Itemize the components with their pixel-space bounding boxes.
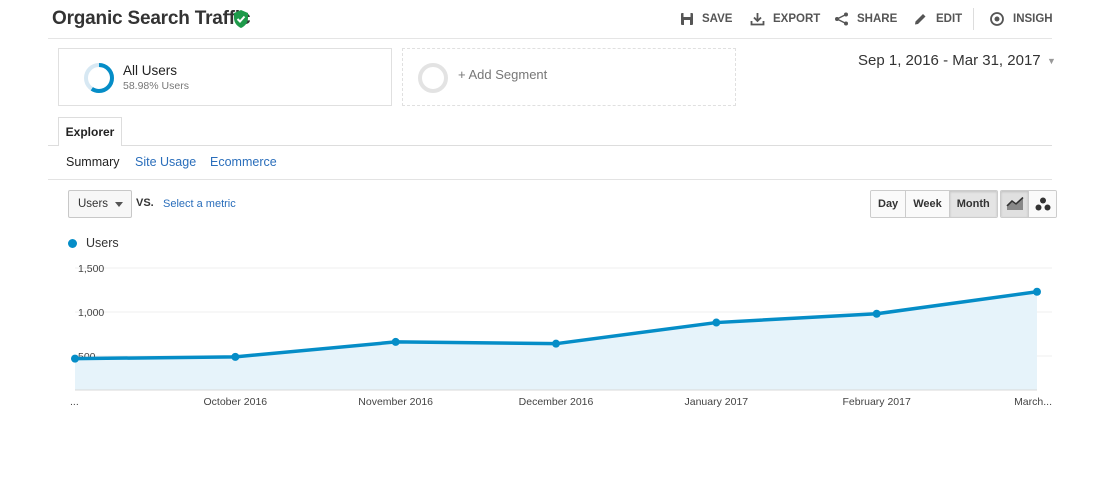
export-label: EXPORT: [773, 13, 821, 25]
insights-label: INSIGHTS: [1013, 13, 1052, 25]
header-divider: [48, 38, 1052, 39]
empty-segment-ring-icon: [418, 63, 448, 93]
segment-all-users[interactable]: All Users 58.98% Users: [58, 48, 392, 106]
subtab-ecommerce[interactable]: Ecommerce: [210, 155, 277, 169]
edit-label: EDIT: [936, 13, 963, 25]
legend-label: Users: [86, 236, 119, 250]
save-label: SAVE: [702, 13, 733, 25]
y-tick-label: 1,500: [78, 263, 104, 275]
page-title: Organic Search Traffic: [52, 8, 251, 29]
period-month-button[interactable]: Month: [949, 191, 997, 217]
insights-icon: [990, 12, 1004, 26]
legend-marker: [68, 239, 77, 248]
line-chart-icon: [1005, 197, 1024, 210]
date-range-picker[interactable]: Sep 1, 2016 - Mar 31, 2017: [858, 52, 1041, 69]
x-tick-label: December 2016: [519, 396, 594, 408]
data-point: [391, 337, 400, 346]
data-point: [872, 309, 881, 318]
save-icon: [681, 13, 693, 25]
x-tick-label: October 2016: [204, 396, 268, 408]
period-day-button[interactable]: Day: [871, 191, 907, 217]
period-toggle: Day Week Month: [870, 190, 998, 218]
edit-icon: [915, 14, 926, 25]
data-point: [71, 354, 79, 363]
add-segment-button[interactable]: + Add Segment: [402, 48, 736, 106]
segment-percentage: 58.98% Users: [123, 80, 189, 92]
subtab-divider: [48, 179, 1052, 180]
edit-button[interactable]: EDIT: [913, 10, 962, 28]
add-segment-label: + Add Segment: [458, 67, 548, 82]
x-tick-label: ...: [70, 396, 79, 408]
subtab-summary[interactable]: Summary: [66, 155, 119, 169]
export-icon: [750, 13, 765, 26]
share-button[interactable]: SHARE: [834, 10, 897, 28]
x-tick-label: November 2016: [358, 396, 433, 408]
data-point: [712, 318, 721, 327]
tab-explorer[interactable]: Explorer: [58, 117, 122, 146]
tab-divider: [48, 145, 1052, 146]
subtab-site-usage[interactable]: Site Usage: [135, 155, 196, 169]
data-point: [231, 352, 240, 361]
data-point: [552, 339, 560, 348]
x-tick-label: January 2017: [685, 396, 749, 408]
motion-chart-icon: [1035, 197, 1050, 211]
y-tick-label: 1,000: [78, 307, 104, 319]
save-button[interactable]: SAVE: [680, 10, 732, 28]
motion-chart-button[interactable]: [1029, 191, 1056, 217]
vs-label: VS.: [136, 197, 154, 209]
metric-selected: Users: [78, 198, 109, 210]
chevron-down-icon[interactable]: ▼: [1047, 56, 1056, 66]
period-week-button[interactable]: Week: [906, 191, 950, 217]
x-tick-label: March...: [1014, 396, 1052, 408]
insights-button[interactable]: INSIGHTS: [989, 10, 1052, 28]
chart-type-toggle: [1000, 190, 1057, 218]
share-label: SHARE: [857, 13, 898, 25]
share-icon: [835, 12, 848, 26]
verified-shield-icon: [234, 10, 248, 28]
export-button[interactable]: EXPORT: [750, 10, 820, 28]
line-chart-button[interactable]: [1001, 191, 1029, 217]
toolbar-divider: [973, 8, 974, 30]
caret-down-icon: [115, 202, 123, 207]
select-metric-link[interactable]: Select a metric: [163, 198, 236, 210]
segment-name: All Users: [123, 63, 178, 78]
users-area-chart: 1,5001,000500... October 2016 November 201…: [70, 263, 1052, 408]
data-point: [1033, 287, 1041, 296]
x-tick-label: February 2017: [843, 396, 911, 408]
segment-donut-icon: [84, 63, 114, 93]
metric-dropdown[interactable]: Users: [68, 190, 132, 218]
